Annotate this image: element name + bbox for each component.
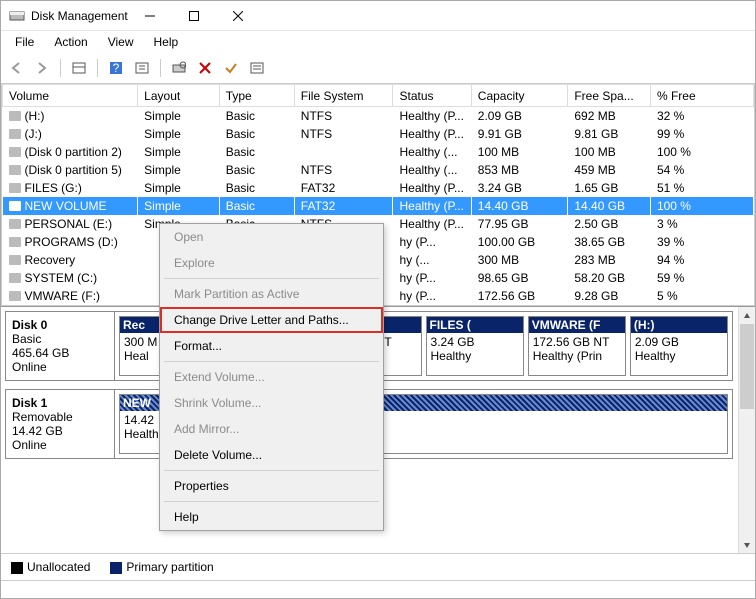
- menu-item[interactable]: Properties: [160, 473, 383, 499]
- volume-icon: [9, 273, 21, 283]
- scroll-thumb[interactable]: [740, 324, 754, 409]
- partition[interactable]: FILES (3.24 GBHealthy: [426, 316, 524, 376]
- menu-separator: [164, 278, 379, 279]
- toolbar-separator: [97, 59, 98, 77]
- volume-icon: [9, 237, 21, 247]
- column-header[interactable]: Free Spa...: [568, 85, 651, 107]
- column-header[interactable]: % Free: [650, 85, 753, 107]
- app-icon: [9, 8, 25, 24]
- column-header[interactable]: Status: [393, 85, 471, 107]
- statusbar: [1, 580, 755, 598]
- back-button[interactable]: [5, 57, 27, 79]
- maximize-button[interactable]: [172, 1, 216, 31]
- delete-button[interactable]: [194, 57, 216, 79]
- help-button[interactable]: ?: [105, 57, 127, 79]
- volume-icon: [9, 147, 21, 157]
- column-header[interactable]: Layout: [138, 85, 220, 107]
- legend-item: Unallocated: [11, 560, 90, 574]
- menu-item: Explore: [160, 250, 383, 276]
- volume-icon: [9, 111, 21, 121]
- volume-icon: [9, 201, 21, 211]
- menu-file[interactable]: File: [7, 33, 42, 51]
- volume-icon: [9, 255, 21, 265]
- menu-item: Extend Volume...: [160, 364, 383, 390]
- disk-label[interactable]: Disk 1Removable14.42 GBOnline: [5, 389, 115, 459]
- menu-item: Mark Partition as Active: [160, 281, 383, 307]
- partition[interactable]: (H:)2.09 GBHealthy: [630, 316, 728, 376]
- volume-icon: [9, 165, 21, 175]
- toolbar: ?: [1, 55, 755, 84]
- scroll-up-button[interactable]: [739, 307, 755, 324]
- menu-separator: [164, 361, 379, 362]
- menu-item: Add Mirror...: [160, 416, 383, 442]
- menu-action[interactable]: Action: [46, 33, 95, 51]
- partition[interactable]: VMWARE (F172.56 GB NTHealthy (Prin: [528, 316, 626, 376]
- forward-button[interactable]: [31, 57, 53, 79]
- window-title: Disk Management: [31, 9, 128, 23]
- show-hide-console-button[interactable]: [68, 57, 90, 79]
- titlebar: Disk Management: [1, 1, 755, 31]
- column-header[interactable]: Volume: [3, 85, 138, 107]
- menubar: File Action View Help: [1, 31, 755, 55]
- table-row[interactable]: NEW VOLUMESimpleBasicFAT32Healthy (P...1…: [3, 197, 754, 215]
- minimize-button[interactable]: [128, 1, 172, 31]
- column-header[interactable]: File System: [294, 85, 393, 107]
- check-button[interactable]: [220, 57, 242, 79]
- menu-separator: [164, 470, 379, 471]
- menu-view[interactable]: View: [100, 33, 142, 51]
- volume-icon: [9, 291, 21, 301]
- context-menu: OpenExplore Mark Partition as ActiveChang…: [159, 223, 384, 531]
- menu-item[interactable]: Delete Volume...: [160, 442, 383, 468]
- menu-item: Shrink Volume...: [160, 390, 383, 416]
- table-row[interactable]: FILES (G:)SimpleBasicFAT32Healthy (P...3…: [3, 179, 754, 197]
- scroll-down-button[interactable]: [739, 536, 755, 553]
- menu-item: Open: [160, 224, 383, 250]
- disk-label[interactable]: Disk 0Basic465.64 GBOnline: [5, 311, 115, 381]
- table-row[interactable]: (J:)SimpleBasicNTFSHealthy (P...9.91 GB9…: [3, 125, 754, 143]
- close-button[interactable]: [216, 1, 260, 31]
- toolbar-separator: [160, 59, 161, 77]
- vertical-scrollbar[interactable]: [738, 307, 755, 553]
- menu-item[interactable]: Format...: [160, 333, 383, 359]
- column-header[interactable]: Capacity: [471, 85, 568, 107]
- menu-item[interactable]: Change Drive Letter and Paths...: [160, 307, 383, 333]
- legend-item: Primary partition: [110, 560, 213, 574]
- table-row[interactable]: (Disk 0 partition 2)SimpleBasicHealthy (…: [3, 143, 754, 161]
- settings-button[interactable]: [131, 57, 153, 79]
- menu-separator: [164, 501, 379, 502]
- list-button[interactable]: [246, 57, 268, 79]
- volume-icon: [9, 129, 21, 139]
- volume-icon: [9, 219, 21, 229]
- column-header[interactable]: Type: [219, 85, 294, 107]
- table-row[interactable]: (H:)SimpleBasicNTFSHealthy (P...2.09 GB6…: [3, 107, 754, 126]
- svg-text:?: ?: [113, 61, 120, 75]
- legend: Unallocated Primary partition: [1, 553, 755, 580]
- table-row[interactable]: (Disk 0 partition 5)SimpleBasicNTFSHealt…: [3, 161, 754, 179]
- column-header-row: VolumeLayoutTypeFile SystemStatusCapacit…: [3, 85, 754, 107]
- toolbar-separator: [60, 59, 61, 77]
- properties-button[interactable]: [168, 57, 190, 79]
- volume-icon: [9, 183, 21, 193]
- menu-help[interactable]: Help: [146, 33, 187, 51]
- menu-item[interactable]: Help: [160, 504, 383, 530]
